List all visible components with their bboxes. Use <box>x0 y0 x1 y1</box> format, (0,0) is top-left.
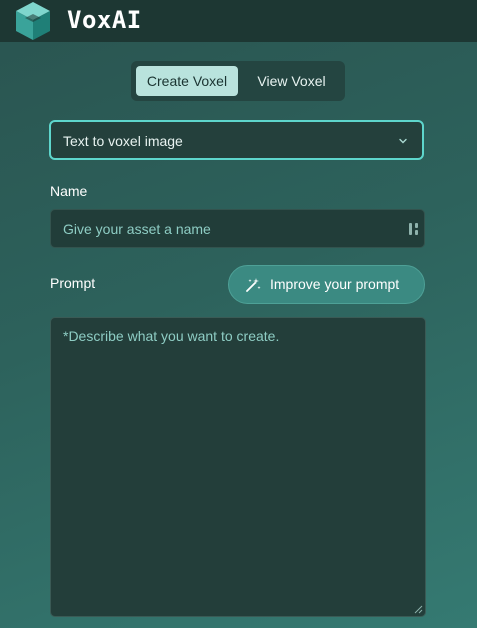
chevron-down-icon <box>399 138 407 144</box>
name-field <box>50 209 425 248</box>
prompt-label: Prompt <box>50 275 96 291</box>
password-manager-icon[interactable] <box>408 222 420 236</box>
brand-name: VoxAI <box>67 6 142 34</box>
magic-wand-icon <box>246 278 261 292</box>
top-bar: VoxAI <box>0 0 477 42</box>
name-input[interactable] <box>51 210 401 247</box>
voxai-logo-icon <box>16 2 50 40</box>
improve-prompt-button[interactable]: Improve your prompt <box>228 265 425 304</box>
name-label: Name <box>50 183 88 199</box>
prompt-area <box>50 317 426 617</box>
prompt-textarea[interactable] <box>51 318 425 616</box>
view-tabs: Create Voxel View Voxel <box>131 61 345 101</box>
mode-select-value: Text to voxel image <box>63 133 183 149</box>
improve-prompt-label: Improve your prompt <box>270 276 400 292</box>
mode-select[interactable]: Text to voxel image <box>49 120 424 160</box>
resize-handle-icon[interactable] <box>414 605 423 614</box>
tab-create-voxel[interactable]: Create Voxel <box>136 66 238 96</box>
tab-view-voxel[interactable]: View Voxel <box>243 66 340 96</box>
